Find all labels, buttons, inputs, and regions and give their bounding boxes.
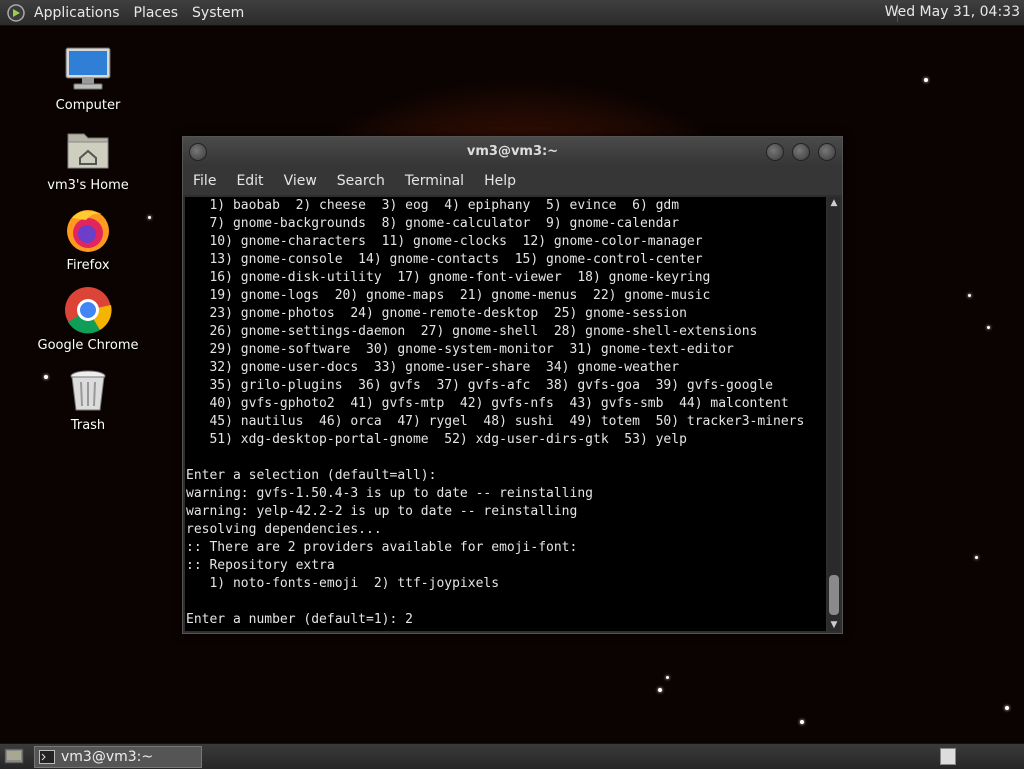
menu-search[interactable]: Search xyxy=(337,173,385,189)
background-star xyxy=(666,676,669,679)
background-star xyxy=(658,688,662,692)
trash-icon xyxy=(70,370,106,411)
desktop-icon-firefox[interactable]: Firefox xyxy=(33,204,143,273)
close-button[interactable] xyxy=(818,143,836,161)
scrollbar-thumb[interactable] xyxy=(829,575,839,615)
background-star xyxy=(924,78,928,82)
terminal-scrollbar[interactable]: ▲ ▼ xyxy=(828,197,840,631)
background-star xyxy=(968,294,971,297)
window-title: vm3@vm3:~ xyxy=(466,144,559,159)
desktop-icon-trash[interactable]: Trash xyxy=(33,364,143,433)
computer-icon xyxy=(65,47,111,90)
desktop-icon-label: vm3's Home xyxy=(47,178,129,193)
menu-terminal[interactable]: Terminal xyxy=(405,173,464,189)
menu-view[interactable]: View xyxy=(284,173,317,189)
desktop-icon-label: Google Chrome xyxy=(37,338,139,353)
background-star xyxy=(1005,706,1009,710)
taskbar-window-button[interactable]: vm3@vm3:~ xyxy=(34,746,202,768)
menu-edit[interactable]: Edit xyxy=(236,173,263,189)
top-panel: Applications Places System Wed May 31, 0… xyxy=(0,0,1024,26)
desktop-icon-computer[interactable]: Computer xyxy=(33,44,143,113)
system-menu[interactable]: System xyxy=(192,5,244,21)
terminal-window[interactable]: vm3@vm3:~ File Edit View Search Terminal… xyxy=(182,136,843,634)
window-titlebar[interactable]: vm3@vm3:~ xyxy=(183,137,842,167)
gnome-foot-icon[interactable] xyxy=(6,3,26,23)
chrome-icon xyxy=(65,287,112,334)
desktop-icon-label: Computer xyxy=(55,98,121,113)
desktop-icon-label: Trash xyxy=(70,418,106,433)
menu-help[interactable]: Help xyxy=(484,173,516,189)
desktop-icon-chrome[interactable]: Google Chrome xyxy=(33,284,143,353)
places-menu[interactable]: Places xyxy=(134,5,179,21)
background-star xyxy=(148,216,151,219)
maximize-button[interactable] xyxy=(792,143,810,161)
background-star xyxy=(975,556,978,559)
bottom-panel: vm3@vm3:~ xyxy=(0,743,1024,769)
show-desktop-icon[interactable] xyxy=(4,747,24,765)
minimize-button[interactable] xyxy=(766,143,784,161)
background-star xyxy=(800,720,804,724)
terminal-icon xyxy=(39,750,55,764)
home-folder-icon xyxy=(67,133,109,169)
terminal-text[interactable]: 1) baobab 2) cheese 3) eog 4) epiphany 5… xyxy=(185,197,826,629)
clock[interactable]: Wed May 31, 04:33 xyxy=(885,4,1020,20)
taskbar-window-label: vm3@vm3:~ xyxy=(61,749,154,765)
workspace-switcher[interactable] xyxy=(940,748,956,765)
scroll-up-icon[interactable]: ▲ xyxy=(829,198,839,208)
terminal-output[interactable]: 1) baobab 2) cheese 3) eog 4) epiphany 5… xyxy=(185,197,826,631)
applications-menu[interactable]: Applications xyxy=(34,5,120,21)
desktop-icon-home[interactable]: vm3's Home xyxy=(33,124,143,193)
scroll-down-icon[interactable]: ▼ xyxy=(829,620,839,630)
desktop-icon-label: Firefox xyxy=(66,258,110,273)
menu-file[interactable]: File xyxy=(193,173,216,189)
background-star xyxy=(987,326,990,329)
firefox-icon xyxy=(67,210,109,252)
terminal-menubar: File Edit View Search Terminal Help xyxy=(183,167,842,195)
